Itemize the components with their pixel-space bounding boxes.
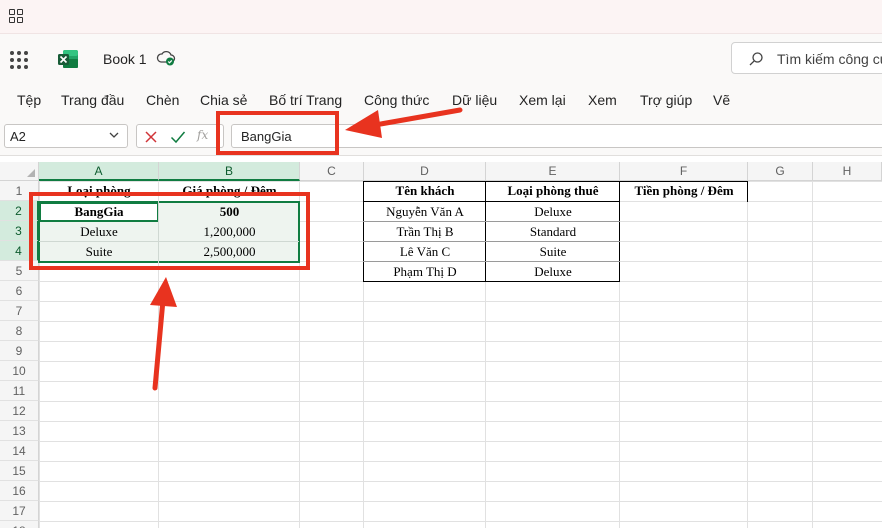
formula-tools: fx — [136, 124, 224, 148]
tab-view[interactable]: Xem — [588, 92, 617, 108]
search-placeholder: Tìm kiếm công cụ — [777, 51, 882, 67]
column-header-b[interactable]: B — [159, 162, 300, 181]
row-header-9[interactable]: 9 — [0, 341, 39, 361]
tab-data[interactable]: Dữ liệu — [452, 92, 497, 108]
ribbon-tabs: Tệp Trang đầu Chèn Chia sẻ Bố trí Trang … — [0, 84, 882, 116]
formula-bar: A2 fx BangGia — [0, 116, 882, 156]
column-header-a[interactable]: A — [39, 162, 159, 181]
column-header-c[interactable]: C — [300, 162, 364, 181]
annotation-box-range — [29, 192, 310, 270]
table2-cell[interactable]: Trần Thị B — [364, 222, 486, 242]
table2-header-cell[interactable]: Loại phòng thuê — [486, 181, 620, 201]
cloud-saved-icon[interactable] — [156, 49, 176, 67]
check-icon[interactable] — [170, 130, 186, 144]
row-header-8[interactable]: 8 — [0, 321, 39, 341]
app-grid-icon[interactable] — [9, 9, 23, 23]
column-header-h[interactable]: H — [813, 162, 882, 181]
table2-header-cell[interactable]: Tên khách — [364, 181, 486, 201]
name-box[interactable]: A2 — [4, 124, 128, 148]
column-header-f[interactable]: F — [620, 162, 748, 181]
excel-logo-icon — [58, 50, 78, 68]
tab-page-layout[interactable]: Bố trí Trang — [269, 92, 342, 108]
table2-cell[interactable]: Deluxe — [486, 262, 620, 282]
table2-cell[interactable]: Lê Văn C — [364, 242, 486, 262]
row-header-13[interactable]: 13 — [0, 421, 39, 441]
select-all-corner[interactable] — [0, 162, 39, 181]
table2-header-cell[interactable]: Tiền phòng / Đêm — [620, 181, 748, 201]
chevron-down-icon[interactable] — [109, 130, 119, 140]
annotation-box-formula — [216, 111, 339, 155]
column-header-d[interactable]: D — [364, 162, 486, 181]
table2-cell[interactable]: Phạm Thị D — [364, 262, 486, 282]
column-header-g[interactable]: G — [748, 162, 813, 181]
name-box-value: A2 — [10, 129, 26, 144]
tab-share[interactable]: Chia sẻ — [200, 92, 247, 108]
gridline — [812, 181, 813, 528]
tab-file[interactable]: Tệp — [17, 92, 41, 108]
app-launcher-icon[interactable] — [10, 51, 28, 69]
row-header-17[interactable]: 17 — [0, 501, 39, 521]
tab-help[interactable]: Trợ giúp — [640, 92, 692, 108]
tab-draw[interactable]: Vẽ — [713, 92, 730, 108]
row-header-10[interactable]: 10 — [0, 361, 39, 381]
row-header-16[interactable]: 16 — [0, 481, 39, 501]
tab-home[interactable]: Trang đầu — [61, 92, 124, 108]
tab-formulas[interactable]: Công thức — [364, 92, 429, 108]
row-header-18[interactable]: 18 — [0, 521, 39, 528]
row-header-15[interactable]: 15 — [0, 461, 39, 481]
insert-function-icon[interactable]: fx — [197, 128, 208, 142]
table2-cell[interactable]: Nguyễn Văn A — [364, 202, 486, 222]
search-icon — [749, 52, 763, 66]
app-header: Book 1 Tìm kiếm công cụ — [0, 34, 882, 84]
row-header-12[interactable]: 12 — [0, 401, 39, 421]
table2-cell[interactable]: Deluxe — [486, 202, 620, 222]
cancel-icon[interactable] — [144, 130, 158, 144]
table2-cell[interactable]: Suite — [486, 242, 620, 262]
tab-insert[interactable]: Chèn — [146, 92, 179, 108]
os-top-strip — [0, 0, 882, 34]
workbook-title[interactable]: Book 1 — [103, 51, 147, 67]
table2-cell[interactable]: Standard — [486, 222, 620, 242]
row-header-7[interactable]: 7 — [0, 301, 39, 321]
row-header-11[interactable]: 11 — [0, 381, 39, 401]
row-header-14[interactable]: 14 — [0, 441, 39, 461]
gridline — [747, 181, 748, 528]
search-box[interactable]: Tìm kiếm công cụ — [731, 42, 882, 74]
row-header-6[interactable]: 6 — [0, 281, 39, 301]
tab-review[interactable]: Xem lại — [519, 92, 566, 108]
column-header-e[interactable]: E — [486, 162, 620, 181]
